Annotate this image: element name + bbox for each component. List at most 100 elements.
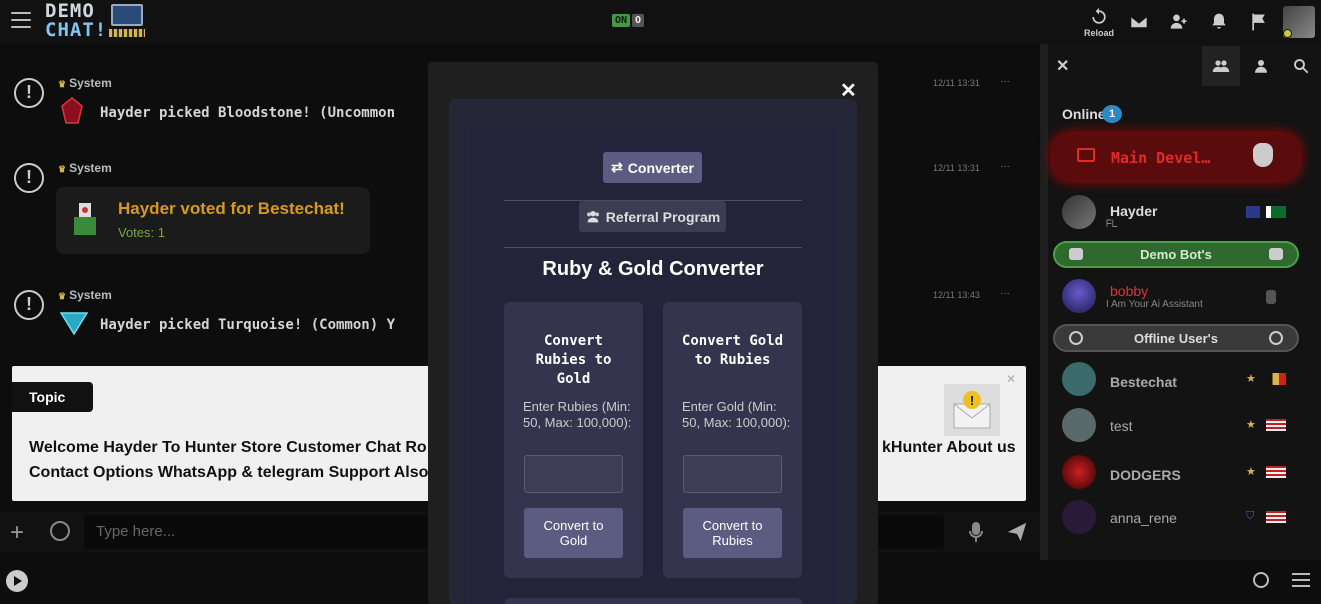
add-friend-button[interactable] — [1159, 0, 1199, 44]
users-icon — [1212, 60, 1230, 72]
reload-button[interactable]: Reload — [1079, 0, 1119, 44]
topic-text-line2: Contact Options WhatsApp & telegram Supp… — [29, 464, 429, 481]
card-title: Convert Gold to Rubies — [681, 333, 784, 368]
tab-converter[interactable]: ⇄ Converter — [603, 152, 702, 183]
author-name: System — [69, 76, 112, 90]
topic-close-icon[interactable]: ✕ — [1006, 372, 1016, 386]
user-name: Hayder — [1110, 203, 1158, 219]
flag-icon — [1266, 373, 1286, 385]
demo-bots-group[interactable]: Demo Bot's — [1053, 241, 1299, 268]
robot-icon — [1269, 248, 1283, 260]
mask-icon — [1253, 143, 1273, 167]
report-button[interactable] — [1239, 0, 1279, 44]
message-text: Hayder picked Bloodstone! (Uncommon — [100, 105, 396, 121]
reload-label: Reload — [1083, 27, 1114, 38]
users-icon — [586, 210, 599, 222]
avatar — [1062, 279, 1096, 313]
convert-rubies-card: Convert Rubies to Gold Enter Rubies (Min… — [504, 302, 643, 578]
clock-icon[interactable] — [1253, 572, 1269, 588]
sidebar-header: ✕ — [1048, 46, 1321, 86]
user-icon — [1255, 60, 1267, 73]
flag-icon — [1266, 511, 1286, 523]
message-author: ♛ System — [58, 76, 112, 90]
converter-title: Ruby & Gold Converter — [542, 258, 764, 280]
user-avatar[interactable] — [1283, 6, 1315, 38]
top-icons: Reload — [1079, 0, 1321, 44]
system-alert-icon: ! — [14, 78, 44, 108]
gold-input[interactable] — [683, 455, 782, 493]
message-time: 12/11 13:31 — [933, 78, 980, 88]
convert-gold-card: Convert Gold to Rubies Enter Gold (Min: … — [663, 302, 802, 578]
tab-converter-label: Converter — [627, 159, 694, 176]
send-icon[interactable] — [1006, 521, 1028, 543]
microphone-icon[interactable] — [968, 521, 984, 543]
user-name: bobby — [1110, 283, 1149, 299]
convert-to-rubies-button[interactable]: Convert to Rubies — [683, 508, 782, 558]
tab-referral-label: Referral Program — [605, 208, 721, 225]
main-developer-label: Main Devel… — [1111, 149, 1211, 167]
search-tab[interactable] — [1282, 46, 1320, 86]
keyboard-icon — [109, 29, 145, 37]
user-list-item[interactable]: bobby I Am Your Ai Assistant — [1060, 279, 1300, 319]
flag-icon — [1252, 13, 1265, 31]
convert-to-gold-button[interactable]: Convert to Gold — [524, 508, 623, 558]
avatar — [1062, 408, 1096, 442]
divider — [504, 247, 802, 248]
avatar — [1062, 362, 1096, 396]
sidebar-scrollbar[interactable] — [1040, 44, 1048, 560]
top-bar: DEMO CHAT! ON O Reload — [0, 0, 1321, 44]
user-list-item[interactable]: Bestechat ★ — [1060, 362, 1300, 402]
message-options-icon[interactable]: ··· — [1000, 288, 1010, 299]
user-plus-icon — [1170, 14, 1187, 29]
profile-tab[interactable] — [1242, 46, 1280, 86]
messages-button[interactable] — [1119, 0, 1159, 44]
close-sidebar-icon[interactable]: ✕ — [1056, 56, 1069, 76]
envelope-alert-icon: ! — [944, 384, 1000, 436]
user-list-item[interactable]: test ★ — [1060, 408, 1300, 448]
users-tab[interactable] — [1202, 46, 1240, 86]
hamburger-menu-icon[interactable] — [11, 12, 31, 28]
shield-icon: ⛉ — [1246, 510, 1255, 522]
message-options-icon[interactable]: ··· — [1000, 161, 1010, 172]
user-list-item[interactable]: Hayder ᖴᒪ — [1060, 195, 1300, 235]
notifications-button[interactable] — [1199, 0, 1239, 44]
flag-icon — [1266, 466, 1286, 478]
flag-icon — [1266, 206, 1286, 218]
rubies-input[interactable] — [524, 455, 623, 493]
user-name: anna_rene — [1110, 510, 1177, 526]
reload-icon — [1092, 7, 1106, 24]
topic-text-line1: Welcome Hayder To Hunter Store Customer … — [29, 439, 427, 456]
author-name: System — [69, 288, 112, 302]
modal-next-section — [504, 598, 802, 604]
user-list-item[interactable]: DODGERS ★ — [1060, 455, 1300, 495]
system-alert-icon: ! — [14, 290, 44, 320]
svg-text:!: ! — [970, 393, 974, 408]
play-icon[interactable] — [6, 570, 28, 592]
emoji-icon[interactable] — [50, 521, 70, 541]
user-list-item[interactable]: anna_rene ⛉ — [1060, 500, 1300, 540]
crown-icon: ♛ — [58, 79, 67, 89]
demo-bots-label: Demo Bot's — [1140, 247, 1212, 262]
star-icon: ★ — [1246, 466, 1256, 478]
message-options-icon[interactable]: ··· — [1000, 76, 1010, 87]
card-title: Convert Rubies to Gold — [535, 333, 612, 387]
author-name: System — [69, 161, 112, 175]
topic-text-line1-end: kHunter About us — [882, 439, 1016, 456]
ballot-box-icon — [74, 203, 96, 235]
menu-icon[interactable] — [1292, 573, 1310, 591]
main-developer-group[interactable]: Main Devel… — [1053, 134, 1299, 180]
bloodstone-gem-icon — [61, 97, 83, 124]
power-icon — [1269, 331, 1283, 345]
vote-title: Hayder voted for Bestechat! — [118, 199, 345, 218]
modal-close-icon[interactable]: ✕ — [840, 78, 858, 102]
user-name: test — [1110, 418, 1133, 434]
offline-users-group[interactable]: Offline User's — [1053, 324, 1299, 352]
plus-icon[interactable]: + — [10, 519, 24, 547]
vote-count: Votes: 1 — [118, 225, 165, 240]
avatar — [1062, 195, 1096, 229]
on-off-toggle[interactable]: ON O — [612, 14, 645, 27]
tab-referral-program[interactable]: Referral Program — [579, 201, 726, 232]
toggle-on-label: ON — [612, 14, 631, 27]
flag-icon — [1266, 419, 1286, 431]
search-icon — [1294, 59, 1309, 74]
